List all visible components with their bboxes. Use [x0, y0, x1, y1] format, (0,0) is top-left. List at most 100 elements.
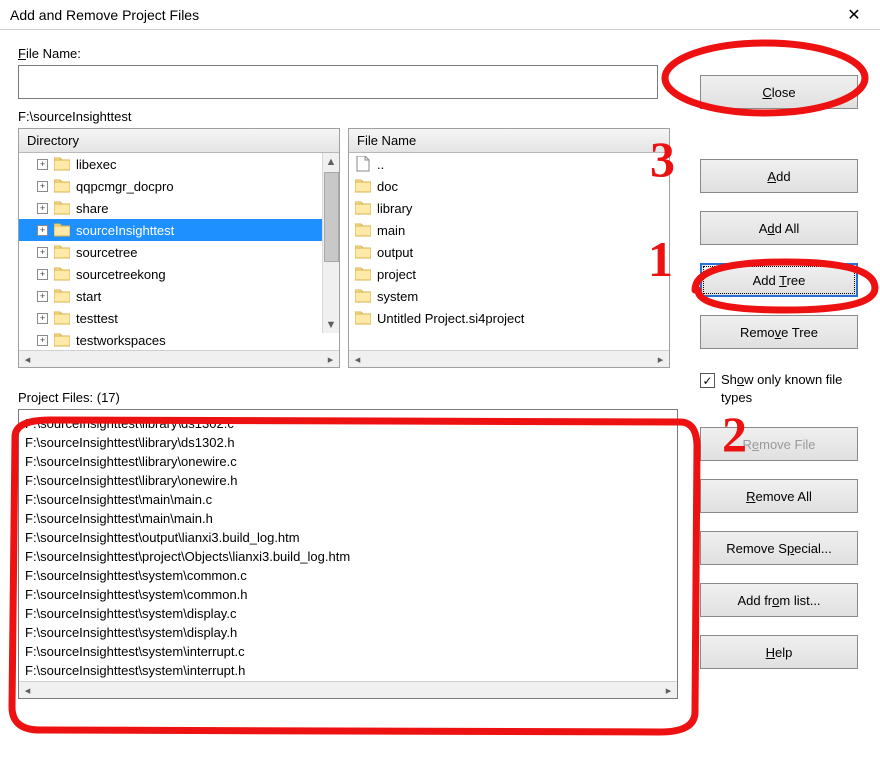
- file-hscroll[interactable]: ◂ ▸: [349, 350, 669, 367]
- help-button[interactable]: Help: [700, 635, 858, 669]
- folder-icon: [54, 245, 70, 259]
- directory-item[interactable]: + share: [19, 197, 322, 219]
- folder-icon: [355, 178, 371, 194]
- file-item-label: doc: [377, 179, 398, 194]
- directory-item[interactable]: + sourceInsighttest: [19, 219, 322, 241]
- file-panel: File Name .. doc library main output pro…: [348, 128, 670, 368]
- project-file-item[interactable]: F:\sourceInsighttest\output\lianxi3.buil…: [25, 528, 671, 547]
- scroll-right-icon[interactable]: ▸: [660, 682, 677, 699]
- expand-icon[interactable]: +: [37, 225, 48, 236]
- scroll-right-icon[interactable]: ▸: [322, 351, 339, 368]
- file-item[interactable]: main: [349, 219, 669, 241]
- add-all-button[interactable]: Add All: [700, 211, 858, 245]
- directory-item[interactable]: + start: [19, 285, 322, 307]
- file-item[interactable]: project: [349, 263, 669, 285]
- directory-header: Directory: [19, 129, 339, 153]
- file-item-label: main: [377, 223, 405, 238]
- remove-tree-button[interactable]: Remove Tree: [700, 315, 858, 349]
- scroll-left-icon[interactable]: ◂: [349, 351, 366, 368]
- scroll-left-icon[interactable]: ◂: [19, 351, 36, 368]
- file-item[interactable]: doc: [349, 175, 669, 197]
- file-item-label: ..: [377, 157, 384, 172]
- directory-item-label: qqpcmgr_docpro: [76, 179, 174, 194]
- project-file-item[interactable]: F:\sourceInsighttest\library\onewire.c: [25, 452, 671, 471]
- folder-icon: [54, 267, 70, 281]
- document-icon: [355, 156, 371, 172]
- expand-icon[interactable]: +: [37, 269, 48, 280]
- directory-item-label: testtest: [76, 311, 118, 326]
- window-title: Add and Remove Project Files: [10, 7, 838, 23]
- folder-icon: [54, 201, 70, 215]
- project-file-item[interactable]: F:\sourceInsighttest\main\main.c: [25, 490, 671, 509]
- directory-item[interactable]: + testworkspaces: [19, 329, 322, 350]
- directory-item-label: sourceInsighttest: [76, 223, 174, 238]
- project-files-listbox[interactable]: F:\sourceInsighttest\library\ds1302.cF:\…: [18, 409, 678, 699]
- add-button[interactable]: Add: [700, 159, 858, 193]
- close-button[interactable]: Close: [700, 75, 858, 109]
- file-name-label: File Name:: [18, 46, 865, 61]
- remove-all-button[interactable]: Remove All: [700, 479, 858, 513]
- directory-item[interactable]: + sourcetreekong: [19, 263, 322, 285]
- file-header: File Name: [349, 129, 669, 153]
- project-file-item[interactable]: F:\sourceInsighttest\library\ds1302.c: [25, 414, 671, 433]
- project-file-item[interactable]: F:\sourceInsighttest\project\Objects\lia…: [25, 547, 671, 566]
- expand-icon[interactable]: +: [37, 247, 48, 258]
- directory-item[interactable]: + qqpcmgr_docpro: [19, 175, 322, 197]
- project-file-item[interactable]: F:\sourceInsighttest\main\main.h: [25, 509, 671, 528]
- scroll-right-icon[interactable]: ▸: [652, 351, 669, 368]
- project-file-item[interactable]: F:\sourceInsighttest\system\interrupt.h: [25, 661, 671, 680]
- folder-icon: [54, 333, 70, 347]
- directory-panel: Directory + libexec+ qqpcmgr_docpro+ sha…: [18, 128, 340, 368]
- file-item[interactable]: library: [349, 197, 669, 219]
- folder-icon: [355, 288, 371, 304]
- projfiles-hscroll[interactable]: ◂ ▸: [19, 681, 677, 698]
- add-from-list-button[interactable]: Add from list...: [700, 583, 858, 617]
- directory-item[interactable]: + sourcetree: [19, 241, 322, 263]
- scroll-down-icon[interactable]: ▼: [323, 316, 340, 333]
- folder-icon: [355, 310, 371, 326]
- file-item[interactable]: output: [349, 241, 669, 263]
- project-file-item[interactable]: F:\sourceInsighttest\system\interrupt.c: [25, 642, 671, 661]
- project-file-item[interactable]: F:\sourceInsighttest\system\common.c: [25, 566, 671, 585]
- file-item-label: Untitled Project.si4project: [377, 311, 524, 326]
- directory-item[interactable]: + testtest: [19, 307, 322, 329]
- expand-icon[interactable]: +: [37, 313, 48, 324]
- project-file-item[interactable]: F:\sourceInsighttest\library\ds1302.h: [25, 433, 671, 452]
- directory-item-label: share: [76, 201, 109, 216]
- add-tree-button[interactable]: Add Tree: [700, 263, 858, 297]
- directory-item[interactable]: + libexec: [19, 153, 322, 175]
- directory-scrollbar[interactable]: ▲ ▼: [322, 153, 339, 333]
- file-item[interactable]: Untitled Project.si4project: [349, 307, 669, 329]
- show-only-known-label: Show only known file types: [721, 371, 851, 407]
- file-item[interactable]: ..: [349, 153, 669, 175]
- file-item-label: output: [377, 245, 413, 260]
- project-file-item[interactable]: F:\sourceInsighttest\system\display.c: [25, 604, 671, 623]
- expand-icon[interactable]: +: [37, 335, 48, 346]
- expand-icon[interactable]: +: [37, 291, 48, 302]
- expand-icon[interactable]: +: [37, 203, 48, 214]
- folder-icon: [54, 311, 70, 325]
- scroll-up-icon[interactable]: ▲: [323, 153, 340, 170]
- file-item-label: system: [377, 289, 418, 304]
- folder-icon: [54, 289, 70, 303]
- file-name-input[interactable]: [18, 65, 658, 99]
- file-item[interactable]: system: [349, 285, 669, 307]
- project-file-item[interactable]: F:\sourceInsighttest\system\display.h: [25, 623, 671, 642]
- project-file-item[interactable]: F:\sourceInsighttest\library\onewire.h: [25, 471, 671, 490]
- directory-hscroll[interactable]: ◂ ▸: [19, 350, 339, 367]
- remove-special-button[interactable]: Remove Special...: [700, 531, 858, 565]
- scroll-thumb[interactable]: [324, 172, 339, 262]
- close-icon[interactable]: ✕: [838, 5, 870, 25]
- directory-item-label: sourcetree: [76, 245, 137, 260]
- directory-item-label: testworkspaces: [76, 333, 166, 348]
- scroll-left-icon[interactable]: ◂: [19, 682, 36, 699]
- file-item-label: project: [377, 267, 416, 282]
- folder-icon: [355, 266, 371, 282]
- remove-file-button[interactable]: Remove File: [700, 427, 858, 461]
- project-file-item[interactable]: F:\sourceInsighttest\system\common.h: [25, 585, 671, 604]
- expand-icon[interactable]: +: [37, 159, 48, 170]
- expand-icon[interactable]: +: [37, 181, 48, 192]
- file-item-label: library: [377, 201, 412, 216]
- folder-icon: [355, 244, 371, 260]
- show-only-known-checkbox[interactable]: ✓: [700, 373, 715, 388]
